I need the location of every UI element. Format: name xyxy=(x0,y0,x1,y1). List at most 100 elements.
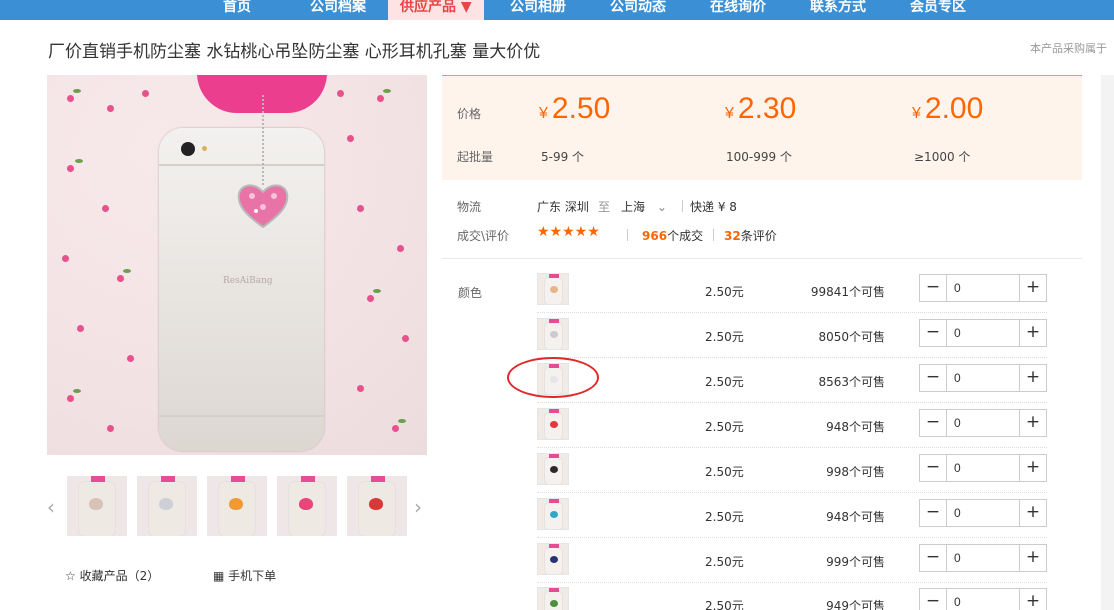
minus-button[interactable]: − xyxy=(920,410,947,436)
sku-thumbnail[interactable] xyxy=(537,498,569,530)
nav-item-home[interactable]: 首页 xyxy=(223,0,251,20)
price-label: 价格 xyxy=(457,107,482,121)
logistics-from: 广东 深圳 xyxy=(537,200,589,214)
destination-value: 上海 xyxy=(621,200,646,214)
plus-button[interactable]: + xyxy=(1019,545,1046,571)
reviews-count[interactable]: 32条评价 xyxy=(724,227,777,244)
moq-label: 起批量 xyxy=(457,150,494,164)
nav-item-company-profile[interactable]: 公司档案 xyxy=(310,0,366,20)
minus-button[interactable]: − xyxy=(920,500,947,526)
minus-button[interactable]: − xyxy=(920,275,947,301)
sku-price: 2.50元 xyxy=(705,420,744,434)
divider xyxy=(442,258,1082,259)
quantity-input[interactable] xyxy=(948,455,1020,481)
qr-code-icon: ▦ xyxy=(213,569,225,583)
sku-row: 2.50元 8563个可售 − + xyxy=(537,358,1047,403)
quantity-input[interactable] xyxy=(948,320,1020,346)
plus-button[interactable]: + xyxy=(1019,410,1046,436)
chevron-down-icon: ⌄ xyxy=(656,200,667,214)
price-box: 价格 起批量 ¥2.50 ¥2.30 ¥2.00 5-99 个 100-999 … xyxy=(442,75,1082,180)
logistics-destination-select[interactable]: 上海 ⌄ xyxy=(621,198,667,215)
sku-price: 2.50元 xyxy=(705,465,744,479)
sku-thumbnail[interactable] xyxy=(537,408,569,440)
favorite-button[interactable]: ☆ 收藏产品（2） xyxy=(65,567,159,584)
sku-price: 2.50元 xyxy=(705,330,744,344)
sku-stock: 8050个可售 xyxy=(818,330,885,344)
thumbnail-4[interactable] xyxy=(277,476,337,536)
thumbnail-3[interactable] xyxy=(207,476,267,536)
sku-row: 2.50元8050个可售−+ xyxy=(537,313,1047,358)
sku-row: 2.50元948个可售−+ xyxy=(537,403,1047,448)
nav-item-album[interactable]: 公司相册 xyxy=(510,0,566,20)
sku-thumbnail[interactable] xyxy=(537,587,569,610)
rating-stars-icon: ★★★★★ xyxy=(537,224,600,240)
plus-button[interactable]: + xyxy=(1019,589,1046,610)
plus-button[interactable]: + xyxy=(1019,275,1046,301)
thumb-next-arrow[interactable]: › xyxy=(414,495,422,519)
thumbnail-1[interactable] xyxy=(67,476,127,536)
nav-item-inquiry[interactable]: 在线询价 xyxy=(710,0,766,20)
quantity-input[interactable] xyxy=(948,410,1020,436)
sku-stock: 949个可售 xyxy=(826,599,885,610)
price-tier-1: ¥2.50 xyxy=(539,92,611,125)
price-tier-3: ¥2.00 xyxy=(912,92,984,125)
plus-button[interactable]: + xyxy=(1019,365,1046,391)
right-panel-edge xyxy=(1101,75,1114,610)
sku-row: 2.50元999个可售−+ xyxy=(537,538,1047,583)
thumb-prev-arrow[interactable]: ‹ xyxy=(47,495,55,519)
range-tier-3: ≥1000 个 xyxy=(914,150,971,164)
sku-price: 2.50元 xyxy=(705,510,744,524)
product-title: 厂价直销手机防尘塞 水钻桃心吊坠防尘塞 心形耳机孔塞 量大价优 xyxy=(48,42,541,62)
sku-row: 2.50元998个可售−+ xyxy=(537,448,1047,493)
price-tier-2: ¥2.30 xyxy=(725,92,797,125)
range-tier-1: 5-99 个 xyxy=(541,150,585,164)
logistics-label: 物流 xyxy=(457,200,482,214)
sku-price: 2.50元 xyxy=(705,375,744,389)
nav-item-news[interactable]: 公司动态 xyxy=(610,0,666,20)
sku-thumbnail[interactable] xyxy=(537,453,569,485)
quantity-stepper: −+ xyxy=(919,544,1047,572)
quantity-input[interactable] xyxy=(948,365,1020,391)
quantity-input[interactable] xyxy=(948,500,1020,526)
quantity-stepper: −+ xyxy=(919,274,1047,302)
minus-button[interactable]: − xyxy=(920,589,947,610)
minus-button[interactable]: − xyxy=(920,320,947,346)
sku-price: 2.50元 xyxy=(705,599,744,610)
logistics-to-word: 至 xyxy=(598,200,611,214)
quantity-input[interactable] xyxy=(948,545,1020,571)
sku-thumbnail[interactable] xyxy=(537,273,569,305)
sku-stock: 948个可售 xyxy=(826,510,885,524)
thumbnail-5[interactable] xyxy=(347,476,407,536)
brand-watermark: ResAiBang xyxy=(223,276,273,286)
sku-price: 2.50元 xyxy=(705,555,744,569)
thumbnail-2[interactable] xyxy=(137,476,197,536)
deals-count[interactable]: 966个成交 xyxy=(642,227,703,244)
minus-button[interactable]: − xyxy=(920,365,947,391)
quantity-stepper: −+ xyxy=(919,454,1047,482)
sku-stock: 998个可售 xyxy=(826,465,885,479)
shipping-fee: 快递 ¥ 8 xyxy=(690,200,737,214)
favorite-label: 收藏产品（2） xyxy=(79,569,160,583)
nav-item-member[interactable]: 会员专区 xyxy=(910,0,966,20)
minus-button[interactable]: − xyxy=(920,455,947,481)
mobile-order-button[interactable]: ▦ 手机下单 xyxy=(213,567,276,584)
sku-stock: 8563个可售 xyxy=(818,375,885,389)
plus-button[interactable]: + xyxy=(1019,500,1046,526)
sku-thumbnail[interactable] xyxy=(537,318,569,350)
nav-item-contact[interactable]: 联系方式 xyxy=(810,0,866,20)
sku-thumbnail[interactable] xyxy=(537,543,569,575)
main-product-image[interactable]: ResAiBang 🔍 xyxy=(47,75,427,455)
quantity-input[interactable] xyxy=(948,275,1020,301)
plus-button[interactable]: + xyxy=(1019,320,1046,346)
plus-button[interactable]: + xyxy=(1019,455,1046,481)
heart-pendant-icon xyxy=(237,184,289,229)
nav-item-products[interactable]: 供应产品 ▼ xyxy=(388,0,484,20)
sku-row: 2.50元 949个可售 − + xyxy=(537,582,1047,610)
sku-row: 2.50元99841个可售−+ xyxy=(537,268,1047,313)
quantity-stepper: −+ xyxy=(919,319,1047,347)
quantity-stepper: −+ xyxy=(919,499,1047,527)
quantity-input[interactable] xyxy=(948,589,1020,610)
minus-button[interactable]: − xyxy=(920,545,947,571)
purchase-note: 本产品采购属于 xyxy=(1030,42,1107,55)
reviews-label: 成交\评价 xyxy=(457,229,510,243)
